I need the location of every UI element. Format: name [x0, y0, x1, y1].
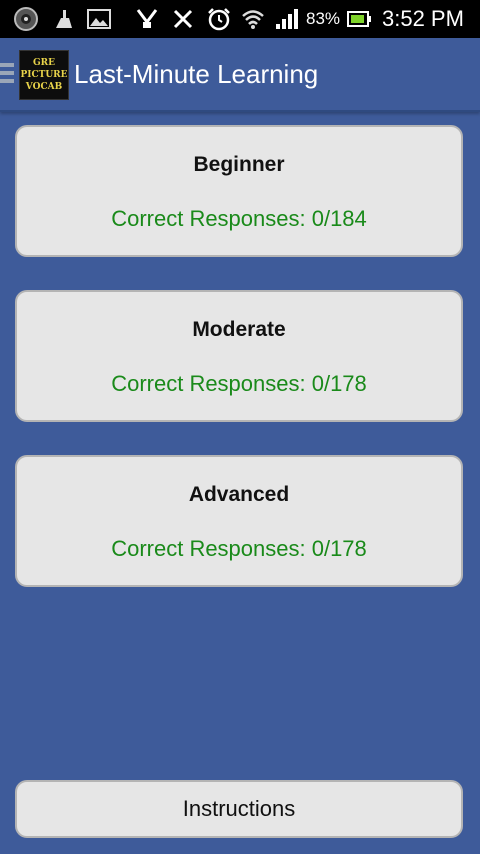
- level-name: Advanced: [188, 483, 290, 506]
- battery-icon: [346, 7, 372, 31]
- level-name: Beginner: [193, 153, 285, 176]
- level-score: Correct Responses: 0/178: [111, 536, 367, 561]
- drawer-menu-icon[interactable]: [0, 63, 14, 85]
- level-score: Correct Responses: 0/178: [111, 371, 367, 396]
- signal-icon: [274, 7, 300, 31]
- cleaner-icon: [52, 7, 76, 31]
- level-card-moderate[interactable]: Moderate Correct Responses: 0/178: [15, 290, 463, 422]
- logo-line-3: VOCAB: [25, 82, 63, 92]
- usb-debug-icon: [134, 7, 160, 31]
- battery-percent: 83%: [306, 9, 341, 28]
- logo-line-1: GRE: [32, 58, 56, 68]
- level-score: Correct Responses: 0/184: [111, 206, 367, 231]
- clock: 3:52 PM: [382, 6, 464, 31]
- tools-icon: [170, 7, 196, 31]
- level-card-advanced[interactable]: Advanced Correct Responses: 0/178: [15, 455, 463, 587]
- logo-line-2: PICTURE: [20, 70, 68, 80]
- instructions-button[interactable]: Instructions: [15, 780, 463, 838]
- alarm-icon: [206, 7, 232, 31]
- level-name: Moderate: [192, 318, 286, 341]
- wifi-icon: [240, 7, 266, 31]
- app-notification-icon: [12, 7, 40, 31]
- action-bar: GRE PICTURE VOCAB Last-Minute Learning: [0, 38, 480, 112]
- image-icon: [86, 7, 112, 31]
- app-logo[interactable]: GRE PICTURE VOCAB: [19, 50, 69, 100]
- app-title: Last-Minute Learning: [74, 59, 319, 89]
- level-card-beginner[interactable]: Beginner Correct Responses: 0/184: [15, 125, 463, 257]
- status-bar: 83% 3:52 PM: [0, 0, 480, 38]
